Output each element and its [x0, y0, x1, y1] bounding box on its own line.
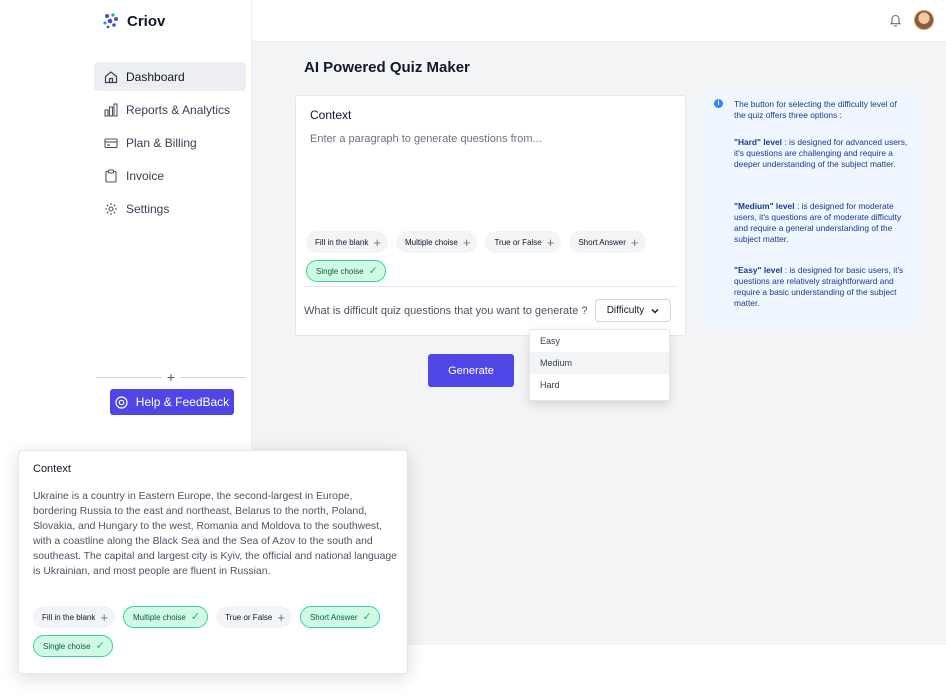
example-context-text[interactable]: Ukraine is a country in Eastern Europe, …	[33, 489, 398, 579]
info-icon: i	[714, 99, 723, 108]
sidebar-item-invoice[interactable]: Invoice	[94, 161, 246, 190]
info-medium-title: "Medium" level	[734, 201, 795, 211]
divider-line	[180, 376, 246, 378]
difficulty-select[interactable]: Difficulty	[595, 299, 671, 322]
sidebar-item-dashboard[interactable]: Dashboard	[94, 62, 246, 91]
check-icon: ✓	[95, 639, 105, 652]
check-icon: ✓	[190, 610, 201, 623]
home-icon	[104, 70, 118, 83]
bell-icon[interactable]	[889, 13, 902, 27]
brand-name: Criov	[127, 12, 166, 30]
chip-single-choise[interactable]: Single choise ✓	[33, 635, 113, 657]
info-hard: "Hard" level : is designed for advanced …	[734, 137, 910, 170]
check-icon: ✓	[362, 610, 372, 623]
sidebar-item-label: Plan & Billing	[126, 135, 197, 150]
chip-label: Multiple choise	[132, 612, 186, 622]
sidebar-item-settings[interactable]: Settings	[94, 194, 246, 223]
help-icon	[115, 395, 128, 409]
sidebar-item-plan-billing[interactable]: Plan & Billing	[94, 128, 246, 157]
plus-icon: +	[546, 234, 555, 250]
chip-fill-in-blank[interactable]: Fill in the blank +	[33, 606, 115, 628]
help-feedback-button[interactable]: Help & FeedBack	[110, 389, 234, 415]
example-context-card: Context Ukraine is a country in Eastern …	[18, 450, 408, 674]
card-divider	[304, 286, 677, 287]
info-easy: "Easy" level : is designed for basic use…	[734, 265, 910, 309]
chip-true-false[interactable]: True or False +	[216, 606, 292, 628]
chip-true-false[interactable]: True or False +	[485, 231, 562, 253]
info-hard-title: "Hard" level	[734, 137, 782, 147]
context-card: Context Enter a paragraph to generate qu…	[295, 95, 686, 336]
plus-icon: +	[462, 234, 471, 250]
plus-icon: +	[630, 234, 639, 250]
chip-multiple-choise[interactable]: Multiple choise ✓	[122, 606, 209, 628]
chip-label: Multiple choise	[404, 237, 458, 247]
dropdown-option-medium[interactable]: Medium	[530, 352, 669, 374]
chip-label: Fill in the blank	[42, 612, 96, 622]
chip-label: Fill in the blank	[315, 237, 369, 247]
topbar-actions	[889, 10, 934, 30]
sidebar-item-label: Settings	[126, 201, 170, 216]
chip-label: True or False	[225, 612, 273, 622]
chip-label: Single choise	[316, 266, 364, 276]
chip-single-choise[interactable]: Single choise ✓	[306, 260, 386, 282]
info-intro: The button for selecting the difficulty …	[734, 99, 897, 120]
gear-icon	[105, 202, 117, 215]
sidebar-nav: Dashboard Reports & Analytics Plan & Bil…	[94, 62, 246, 227]
sidebar-item-label: Dashboard	[126, 69, 185, 84]
sidebar-item-label: Reports & Analytics	[126, 102, 231, 117]
sidebar-item-reports[interactable]: Reports & Analytics	[94, 95, 246, 124]
context-card-title: Context	[310, 108, 352, 122]
chip-fill-in-blank[interactable]: Fill in the blank +	[306, 231, 388, 253]
sidebar-divider: +	[96, 370, 246, 384]
chart-icon	[104, 102, 118, 117]
avatar[interactable]	[914, 10, 934, 30]
chip-multiple-choise[interactable]: Multiple choise +	[395, 231, 478, 253]
chip-label: Short Answer	[578, 237, 626, 247]
info-easy-title: "Easy" level	[734, 265, 783, 275]
dropdown-option-hard[interactable]: Hard	[530, 374, 669, 396]
logo-icon	[103, 13, 118, 29]
example-context-title: Context	[33, 463, 71, 475]
generate-button[interactable]: Generate	[428, 354, 514, 387]
chip-label: Single choise	[43, 641, 91, 651]
chip-label: True or False	[494, 237, 542, 247]
add-icon[interactable]: +	[162, 370, 180, 384]
difficulty-info-panel: i The button for selecting the difficult…	[703, 91, 920, 328]
help-feedback-label: Help & FeedBack	[135, 395, 230, 409]
clipboard-icon	[105, 168, 117, 183]
question-type-chips: Fill in the blank + Multiple choise + True…	[306, 231, 678, 282]
info-medium: "Medium" level : is designed for moderat…	[734, 201, 910, 245]
credit-card-icon	[104, 137, 118, 148]
chip-short-answer[interactable]: Short Answer +	[569, 231, 646, 253]
plus-icon: +	[373, 234, 381, 250]
example-question-type-chips: Fill in the blank + Multiple choise ✓ True…	[33, 606, 403, 657]
divider-line	[96, 376, 162, 378]
brand[interactable]: Criov	[102, 12, 165, 30]
chip-short-answer[interactable]: Short Answer ✓	[299, 606, 380, 628]
page-title: AI Powered Quiz Maker	[304, 59, 470, 76]
chip-label: Short Answer	[309, 612, 358, 622]
difficulty-dropdown: Easy Medium Hard	[529, 329, 670, 401]
chevron-down-icon	[651, 308, 659, 313]
context-input[interactable]: Enter a paragraph to generate questions …	[310, 133, 542, 145]
dropdown-option-easy[interactable]: Easy	[530, 330, 669, 352]
sidebar-item-label: Invoice	[126, 168, 165, 183]
difficulty-question: What is difficult quiz questions that yo…	[304, 305, 588, 317]
plus-icon: +	[277, 609, 285, 625]
topbar	[252, 0, 946, 42]
difficulty-label: Difficulty	[606, 305, 645, 316]
check-icon: ✓	[368, 264, 378, 277]
plus-icon: +	[100, 609, 108, 625]
